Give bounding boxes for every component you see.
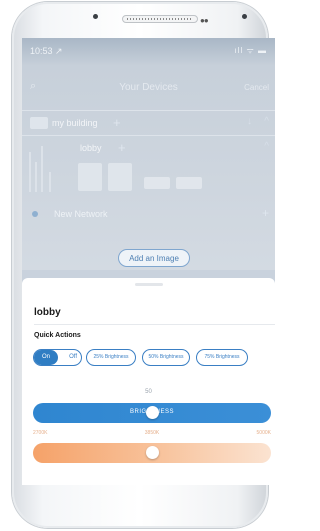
cancel-button[interactable]: Cancel (244, 83, 269, 92)
building-icon (30, 117, 48, 129)
room-row[interactable]: lobby + ^ (22, 136, 275, 160)
preset-25-button[interactable]: 25% Brightness (86, 349, 136, 366)
room-control-sheet: lobby Quick Actions On Off 25% Brightnes… (22, 278, 275, 485)
preset-75-button[interactable]: 75% Brightness (196, 349, 248, 366)
earpiece-speaker (122, 15, 198, 23)
top-bar: ⌕ Your Devices Cancel (22, 76, 275, 100)
temperature-mid-label: 3850K (144, 430, 160, 436)
add-device-button[interactable]: + (118, 140, 126, 155)
temperature-slider-handle[interactable] (146, 446, 159, 459)
device-thumbnail[interactable] (176, 177, 202, 189)
quick-actions-heading: Quick Actions (34, 332, 81, 339)
power-toggle[interactable]: On Off (33, 349, 82, 366)
device-thumbnail[interactable] (108, 163, 132, 191)
dimmed-background: 10:53 ↗ ıll ᯤ ▬ ⌕ Your Devices Cancel my… (22, 38, 275, 270)
building-row[interactable]: my building + ↓ ^ (22, 110, 275, 136)
temperature-scale: 2700K 3850K 5000K (33, 430, 271, 440)
proximity-sensor-icon (242, 14, 247, 19)
brightness-slider[interactable]: BRIGHTNESS (33, 403, 271, 423)
sheet-drag-handle[interactable] (135, 283, 163, 286)
device-thumbnail[interactable] (78, 163, 102, 191)
status-indicators: ıll ᯤ ▬ (234, 46, 267, 55)
power-on-option[interactable]: On (34, 350, 58, 365)
network-status-dot (32, 211, 38, 217)
front-camera-icon (93, 14, 98, 19)
building-label: my building (52, 118, 98, 128)
brightness-value: 50 (145, 389, 152, 395)
divider (34, 324, 275, 325)
network-label: New Network (54, 209, 108, 219)
color-temperature-slider[interactable] (33, 443, 271, 463)
temperature-max-label: 5000K (256, 430, 271, 436)
download-icon[interactable]: ↓ (247, 116, 252, 127)
add-network-button[interactable]: + (262, 206, 269, 220)
add-image-button[interactable]: Add an Image (118, 249, 190, 267)
power-off-option[interactable]: Off (69, 350, 77, 365)
device-thumbnail[interactable] (144, 177, 170, 189)
brightness-slider-handle[interactable] (146, 406, 159, 419)
app-screen: 10:53 ↗ ıll ᯤ ▬ ⌕ Your Devices Cancel my… (22, 38, 275, 485)
collapse-room-icon[interactable]: ^ (264, 141, 269, 152)
page-title: Your Devices (119, 82, 178, 93)
sheet-title: lobby (34, 307, 61, 318)
status-time: 10:53 ↗ (30, 46, 63, 56)
collapse-building-icon[interactable]: ^ (264, 116, 269, 127)
preset-50-button[interactable]: 50% Brightness (142, 349, 190, 366)
room-label: lobby (80, 143, 102, 153)
add-room-button[interactable]: + (113, 115, 121, 130)
network-row[interactable]: New Network + (22, 205, 275, 225)
sensor-dots: ●● (200, 16, 209, 25)
